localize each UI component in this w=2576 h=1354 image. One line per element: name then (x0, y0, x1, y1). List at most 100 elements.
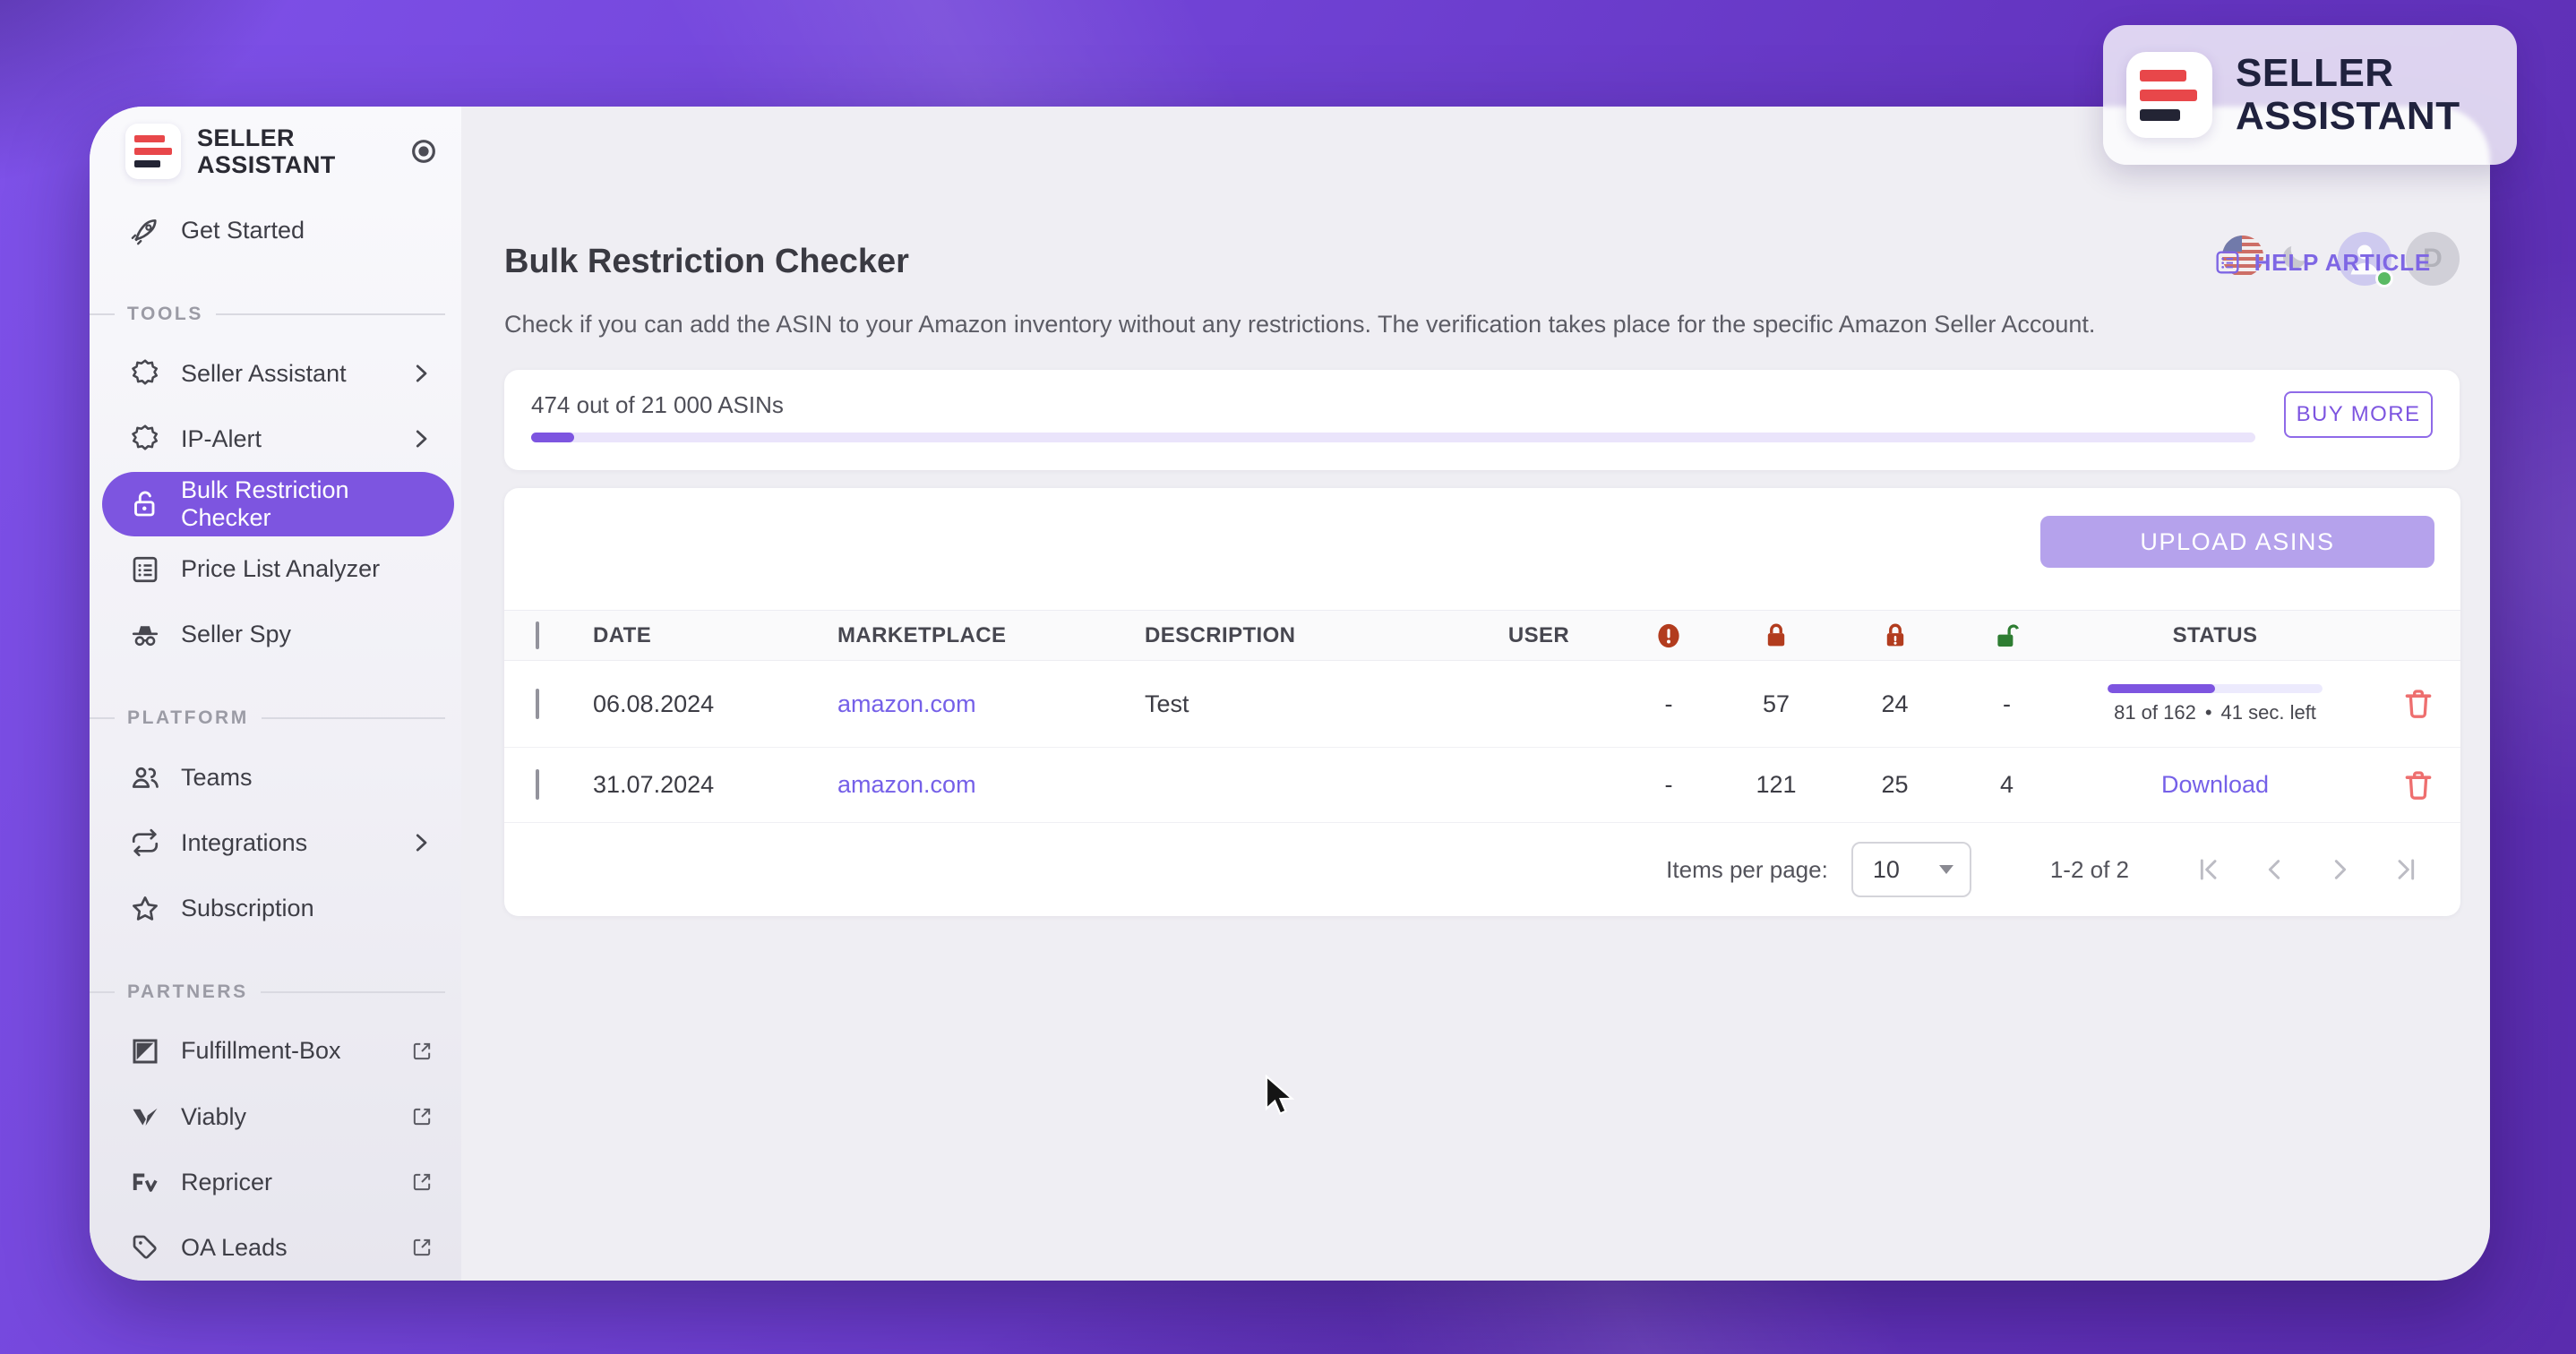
cell-unlocked-count: - (1960, 690, 2054, 718)
lock-closed-icon (1761, 619, 1791, 653)
sidebar-item-get-started[interactable]: Get Started (90, 198, 461, 263)
asin-quota-card: 474 out of 21 000 ASINs BUY MORE (504, 370, 2460, 470)
last-page-button[interactable] (2392, 855, 2421, 884)
tag-icon (129, 1231, 161, 1264)
lock-open-green-icon (1992, 619, 2022, 653)
badge-icon (129, 357, 161, 390)
sidebar-item-integrations[interactable]: Integrations (90, 810, 461, 876)
trash-icon (2400, 767, 2436, 803)
cell-marketplace-link[interactable]: amazon.com (815, 771, 1122, 799)
buy-more-button[interactable]: BUY MORE (2284, 391, 2433, 438)
cell-marketplace-link[interactable]: amazon.com (815, 690, 1122, 718)
table-row: 06.08.2024 amazon.com Test - 57 24 - 81 … (504, 661, 2460, 748)
status-progress-track (2108, 684, 2323, 693)
sidebar-item-fulfillment-box[interactable]: Fulfillment-Box (90, 1018, 461, 1084)
main-content: D Bulk Restriction Checker HELP ARTICLE … (461, 107, 2490, 1281)
column-header-description: DESCRIPTION (1122, 623, 1463, 648)
table-row: 31.07.2024 amazon.com - 121 25 4 Downloa… (504, 748, 2460, 823)
page-size-value: 10 (1873, 856, 1900, 884)
sidebar-item-label: Seller Assistant (181, 360, 347, 388)
sidebar-item-price-list-analyzer[interactable]: Price List Analyzer (90, 536, 461, 602)
previous-page-button[interactable] (2260, 855, 2288, 884)
help-article-link[interactable]: HELP ARTICLE (2213, 248, 2431, 277)
sidebar-item-label: Get Started (181, 217, 305, 244)
chevron-right-icon (408, 360, 434, 387)
pagination-range: 1-2 of 2 (2050, 856, 2129, 884)
lock-open-icon (129, 488, 161, 520)
sidebar-item-bulk-restriction-checker[interactable]: Bulk Restriction Checker (102, 472, 454, 536)
upload-asins-button[interactable]: UPLOAD ASINS (2040, 516, 2434, 568)
sidebar-section-partners: PARTNERS (90, 979, 445, 1005)
article-icon (2213, 248, 2242, 277)
watermark-title: SELLERASSISTANT (2236, 52, 2460, 137)
alert-circle-icon (1653, 619, 1684, 653)
trash-icon (2400, 686, 2436, 722)
delete-row-button[interactable] (2400, 685, 2436, 723)
column-header-date: DATE (571, 623, 815, 648)
chevron-right-icon (408, 425, 434, 452)
viably-logo-icon (129, 1101, 161, 1133)
external-link-icon (409, 1170, 434, 1195)
cell-date: 31.07.2024 (571, 771, 815, 799)
cell-locked-count: 121 (1722, 771, 1830, 799)
cell-description: Test (1122, 690, 1463, 718)
table-pagination: Items per page: 10 1-2 of 2 (504, 823, 2460, 916)
page-title: Bulk Restriction Checker (504, 243, 909, 281)
sidebar-item-label: Price List Analyzer (181, 555, 380, 583)
delete-row-button[interactable] (2400, 767, 2436, 804)
sidebar: SELLERASSISTANT Get Started TOOLS Seller… (90, 107, 461, 1281)
sidebar-item-label: Fulfillment-Box (181, 1037, 341, 1065)
column-header-user: USER (1463, 623, 1615, 648)
sidebar-item-viably[interactable]: Viably (90, 1084, 461, 1150)
star-icon (129, 893, 161, 925)
sidebar-item-teams[interactable]: Teams (90, 745, 461, 810)
sidebar-collapse-toggle[interactable] (409, 137, 438, 166)
first-page-button[interactable] (2194, 855, 2222, 884)
next-page-button[interactable] (2326, 855, 2355, 884)
column-header-locked-alert (1830, 619, 1960, 653)
page-size-select[interactable]: 10 (1851, 842, 1971, 897)
page-subtitle: Check if you can add the ASIN to your Am… (504, 311, 2095, 338)
badge-icon (129, 423, 161, 455)
chevron-down-icon (1939, 865, 1953, 874)
sidebar-section-platform: PLATFORM (90, 705, 445, 731)
sidebar-item-seller-spy[interactable]: Seller Spy (90, 602, 461, 667)
sidebar-item-seller-assistant[interactable]: Seller Assistant (90, 341, 461, 407)
download-link[interactable]: Download (2054, 771, 2376, 799)
table-header-row: DATE MARKETPLACE DESCRIPTION USER STATUS (504, 610, 2460, 661)
external-link-icon (409, 1104, 434, 1129)
sidebar-item-oa-leads[interactable]: OA Leads (90, 1215, 461, 1281)
sidebar-item-subscription[interactable]: Subscription (90, 876, 461, 941)
external-link-icon (409, 1235, 434, 1260)
sidebar-section-tools: TOOLS (90, 301, 445, 327)
row-checkbox[interactable] (536, 769, 539, 800)
status-progress: 81 of 162 • 41 sec. left (2054, 684, 2376, 724)
row-checkbox[interactable] (536, 689, 539, 719)
sidebar-item-label: Repricer (181, 1169, 272, 1196)
seller-assistant-logo-icon (2126, 52, 2212, 138)
column-header-status: STATUS (2054, 623, 2376, 648)
cell-unlocked-count: 4 (1960, 771, 2054, 799)
sidebar-item-label: Viably (181, 1103, 246, 1131)
rocket-icon (129, 215, 161, 247)
checks-table-card: UPLOAD ASINS DATE MARKETPLACE DESCRIPTIO… (504, 488, 2460, 916)
sync-repeat-icon (129, 827, 161, 859)
cell-alert-count: - (1615, 690, 1722, 718)
column-header-locked (1722, 619, 1830, 653)
column-header-marketplace: MARKETPLACE (815, 623, 1122, 648)
quota-label: 474 out of 21 000 ASINs (531, 391, 784, 419)
chevron-right-icon (408, 829, 434, 856)
select-all-checkbox[interactable] (536, 621, 539, 649)
sidebar-item-label: OA Leads (181, 1234, 288, 1262)
sidebar-item-repricer[interactable]: Repricer (90, 1150, 461, 1215)
seller-assistant-logo-icon (125, 124, 181, 179)
items-per-page-label: Items per page: (1666, 856, 1828, 884)
column-header-alert (1615, 619, 1722, 653)
sidebar-item-label: Bulk Restriction Checker (181, 476, 427, 532)
column-header-unlocked (1960, 619, 2054, 653)
seller-assistant-watermark: SELLERASSISTANT (2103, 25, 2517, 165)
cell-locked-count: 57 (1722, 690, 1830, 718)
spy-incognito-icon (129, 619, 161, 651)
sidebar-item-ip-alert[interactable]: IP-Alert (90, 407, 461, 472)
people-icon (129, 761, 161, 793)
